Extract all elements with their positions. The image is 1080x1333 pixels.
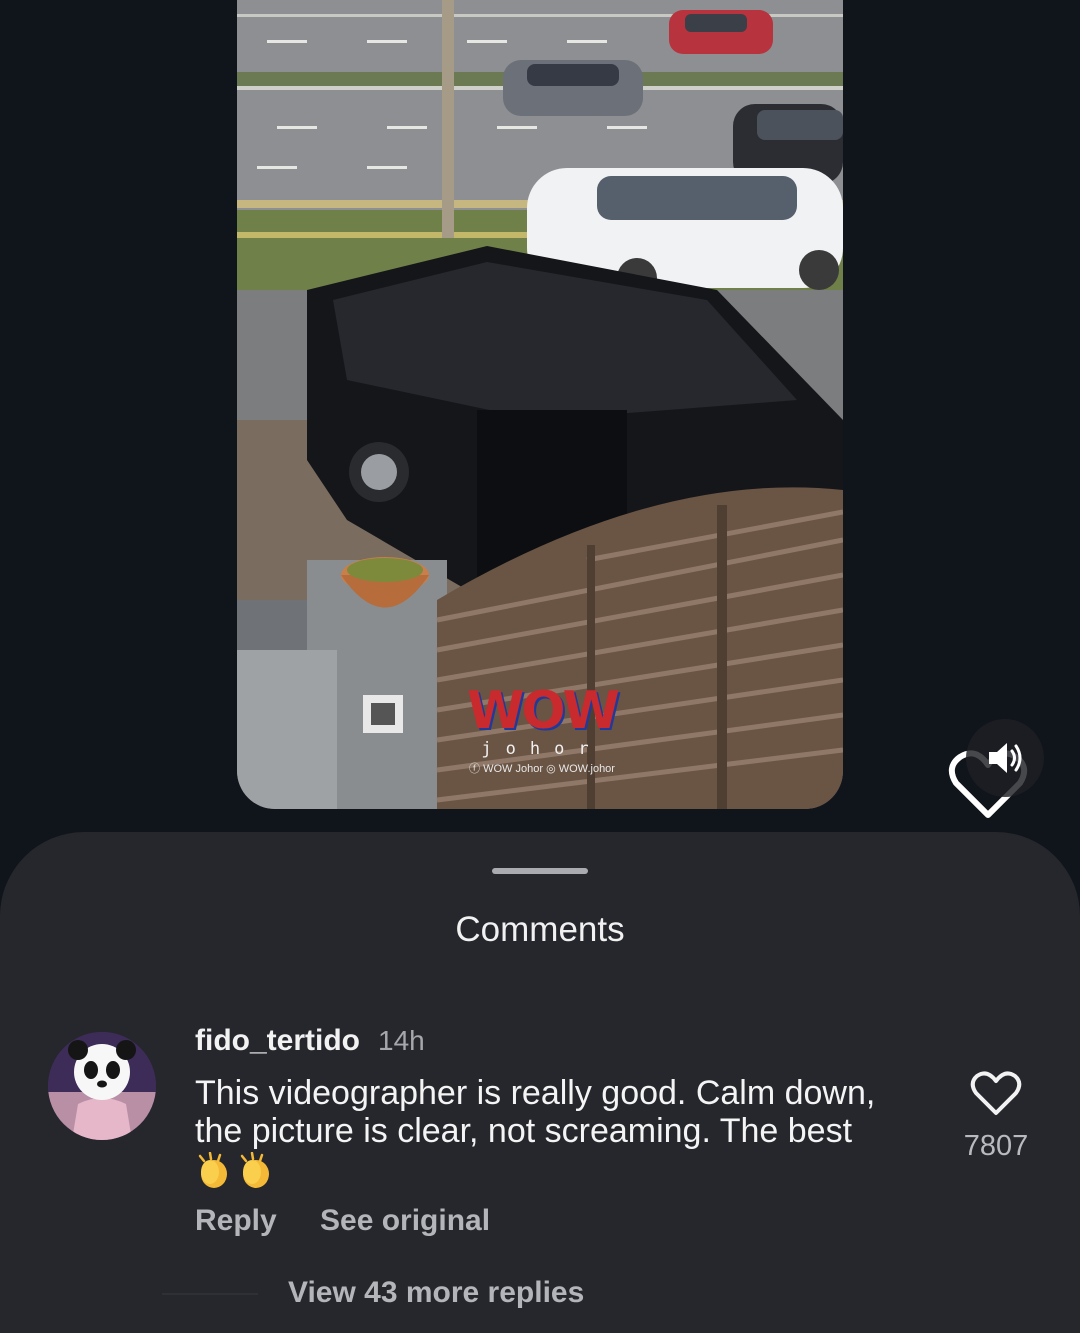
clapping-hands-emoji-icon xyxy=(240,1152,269,1188)
facebook-icon: ⓕ xyxy=(469,763,481,775)
avatar[interactable] xyxy=(48,1032,156,1140)
panda-avatar-image xyxy=(48,1032,156,1140)
comment-username[interactable]: fido_tertido xyxy=(195,1024,360,1058)
clapping-hands-emoji-icon xyxy=(198,1152,227,1188)
watermark-instagram-handle: WOW.johor xyxy=(558,763,615,775)
comment-emoji-row xyxy=(196,1152,274,1190)
see-original-button[interactable]: See original xyxy=(320,1204,490,1238)
watermark: WOW johor ⓕ WOW Johor ◎ WOW.johor xyxy=(442,685,642,776)
comment-text: This videographer is really good. Calm d… xyxy=(195,1074,876,1150)
heart-icon xyxy=(970,1071,1022,1115)
comment-timestamp: 14h xyxy=(378,1025,425,1056)
watermark-subtext: johor xyxy=(481,739,603,759)
drag-handle[interactable] xyxy=(492,868,588,874)
watermark-facebook-handle: WOW Johor xyxy=(483,763,543,775)
sheet-title: Comments xyxy=(455,910,625,949)
speaker-icon xyxy=(989,743,1022,773)
mute-button[interactable] xyxy=(966,719,1044,797)
view-more-replies-button[interactable]: View 43 more replies xyxy=(288,1276,584,1310)
instagram-icon: ◎ xyxy=(546,763,556,775)
reply-button[interactable]: Reply xyxy=(195,1204,277,1238)
watermark-handles: ⓕ WOW Johor ◎ WOW.johor xyxy=(442,760,642,776)
comment-like-count: 7807 xyxy=(963,1130,1029,1162)
reel-screen: WOW johor ⓕ WOW Johor ◎ WOW.johor Commen… xyxy=(0,0,1080,1333)
comments-sheet: Comments fido_tertido 14h This videograp… xyxy=(0,832,1080,1333)
watermark-logo: WOW xyxy=(467,681,620,741)
replies-divider xyxy=(162,1293,258,1295)
video-player[interactable]: WOW johor ⓕ WOW Johor ◎ WOW.johor xyxy=(237,0,843,809)
comment-like-button[interactable] xyxy=(970,1070,1022,1118)
